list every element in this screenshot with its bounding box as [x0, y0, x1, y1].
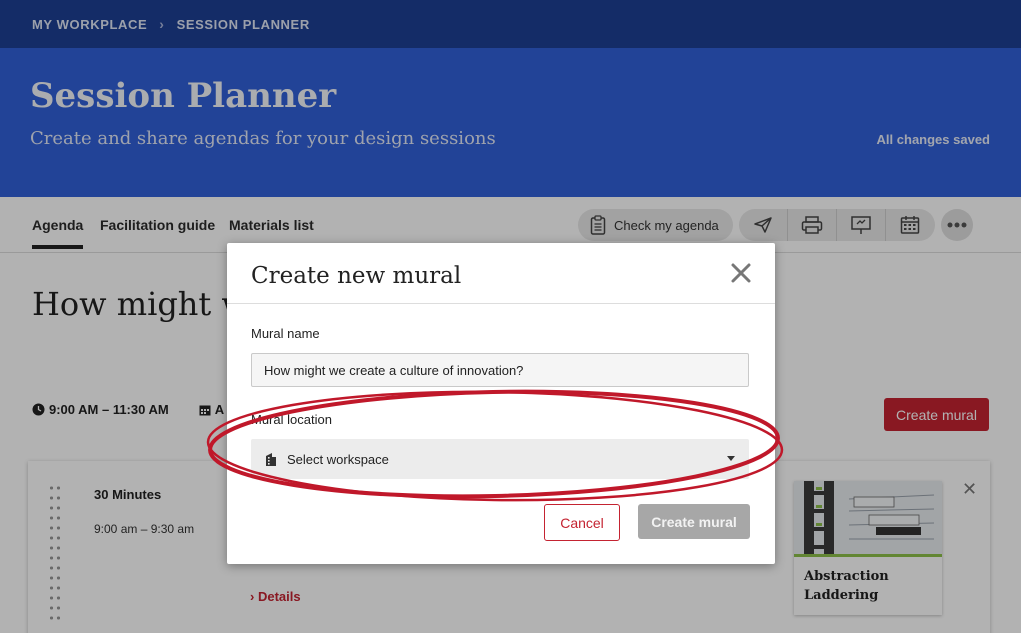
mural-name-input[interactable]: How might we create a culture of innovat… [251, 353, 749, 387]
create-mural-button[interactable]: Create mural [638, 504, 750, 539]
workspace-select[interactable]: Select workspace [251, 439, 749, 479]
mural-name-value: How might we create a culture of innovat… [264, 362, 524, 378]
create-mural-dialog: Create new mural Mural name How might we… [227, 243, 775, 564]
dialog-header: Create new mural [227, 243, 775, 304]
mural-name-label: Mural name [251, 326, 320, 341]
workspace-select-placeholder: Select workspace [287, 451, 389, 467]
cancel-button[interactable]: Cancel [544, 504, 620, 541]
chevron-down-icon [727, 456, 735, 461]
mural-location-label: Mural location [251, 412, 332, 427]
workspace-building-icon [266, 452, 276, 466]
dialog-title: Create new mural [251, 263, 462, 289]
close-icon[interactable] [729, 261, 753, 285]
